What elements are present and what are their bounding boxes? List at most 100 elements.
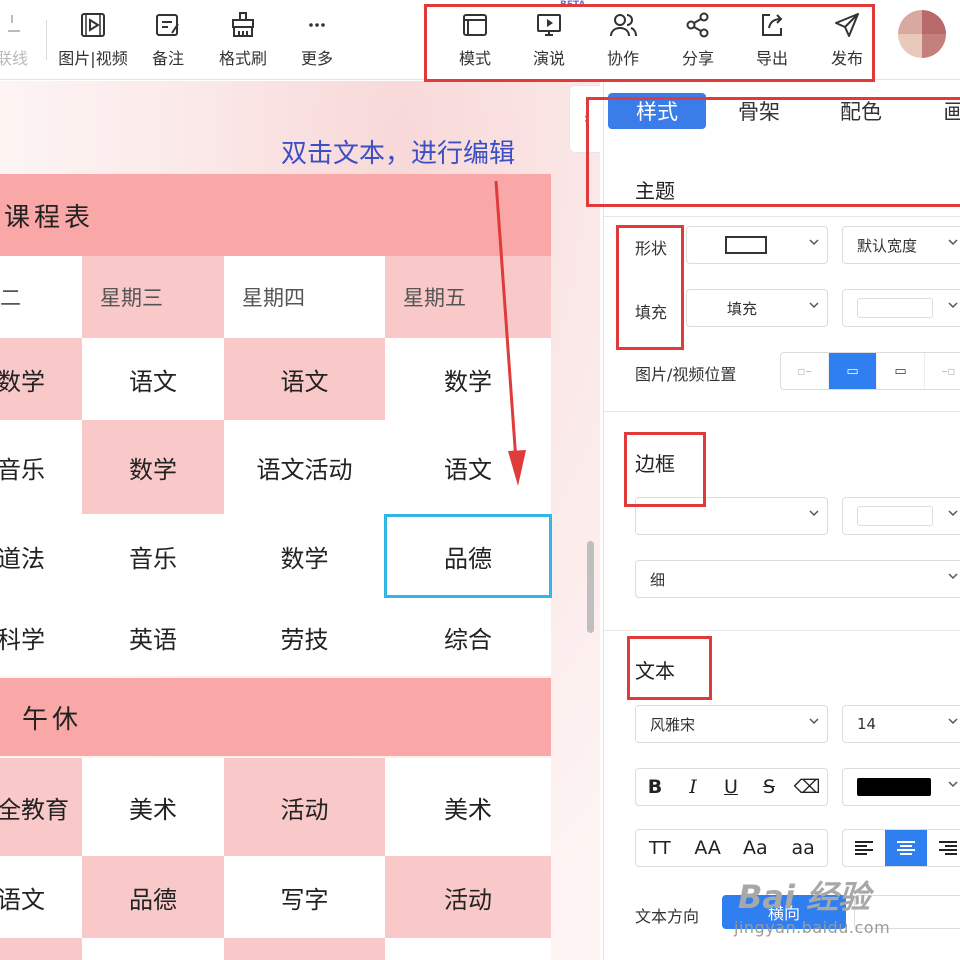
rectangle-shape-icon — [725, 236, 767, 254]
font-size-dropdown[interactable]: 14 — [842, 705, 960, 743]
align-left-button[interactable] — [843, 830, 885, 866]
case-title-button[interactable]: Aa — [732, 830, 780, 866]
fill-dropdown[interactable]: 填充 — [686, 289, 828, 327]
tab-color-scheme[interactable]: 配色 — [826, 93, 896, 129]
font-family-value: 风雅宋 — [650, 715, 696, 734]
align-right-icon — [939, 841, 957, 855]
chevron-down-icon — [948, 239, 958, 246]
fill-color-picker[interactable] — [842, 289, 960, 327]
table-cell[interactable]: 科学 — [0, 598, 82, 676]
toolbar-present-button[interactable]: 演说 — [524, 0, 574, 80]
chevron-down-icon — [948, 718, 958, 725]
table-cell[interactable]: 活动 — [385, 856, 551, 938]
media-bottom-option[interactable]: ▭ — [877, 353, 925, 389]
align-center-button[interactable] — [885, 830, 927, 866]
align-right-button[interactable] — [927, 830, 960, 866]
table-row: 语文 品德 写字 活动 — [0, 856, 551, 938]
case-small-caps-button[interactable]: TT — [636, 830, 684, 866]
text-align-group — [842, 829, 960, 867]
table-cell[interactable]: 写字 — [224, 856, 385, 938]
toolbar-collab-button[interactable]: 协作 — [598, 0, 648, 80]
table-cell[interactable]: 品德 — [82, 856, 224, 938]
chevron-down-icon — [809, 718, 819, 725]
case-lower-button[interactable]: aa — [779, 830, 827, 866]
table-cell[interactable]: 语文 — [0, 856, 82, 938]
case-upper-button[interactable]: AA — [684, 830, 732, 866]
section-divider — [604, 216, 960, 217]
border-section-title[interactable]: 边框 — [635, 448, 675, 477]
toolbar-publish-button[interactable]: 发布 — [822, 0, 872, 80]
noon-title: 午休 — [22, 704, 83, 735]
media-position-segment: ▫– ▭ ▭ –▫ — [780, 352, 960, 390]
table-row: 安全教育 美术 活动 美术 — [0, 758, 551, 856]
table-cell[interactable]: 安全教育 — [0, 758, 82, 856]
app-window: 联线 图片|视频 备注 格式刷 更多 模式 演说 BETA 协作 分享 导出 发… — [0, 0, 960, 960]
toolbar-image-video-button[interactable]: 图片|视频 — [52, 0, 134, 80]
media-top-option[interactable]: ▭ — [829, 353, 877, 389]
chevron-down-icon — [809, 239, 819, 246]
tab-canvas[interactable]: 画 — [934, 93, 960, 129]
text-section-title[interactable]: 文本 — [635, 655, 675, 684]
width-dropdown[interactable]: 默认宽度 — [842, 226, 960, 264]
media-position-label: 图片/视频位置 — [635, 365, 737, 384]
font-family-dropdown[interactable]: 风雅宋 — [635, 705, 828, 743]
collab-icon — [610, 14, 637, 37]
toolbar-more-button[interactable]: 更多 — [292, 0, 342, 80]
chevron-down-icon — [948, 302, 958, 309]
toolbar-note-button[interactable]: 备注 — [140, 0, 196, 80]
table-cell[interactable] — [385, 938, 551, 960]
chevron-down-icon — [948, 781, 958, 788]
table-cell[interactable] — [82, 938, 224, 960]
mode-icon — [463, 14, 487, 36]
fill-label: 填充 — [635, 303, 668, 322]
style-panel: 样式 骨架 配色 画 主题 形状 默认宽度 填充 填充 图片/视频位置 ▫– ▭ — [603, 81, 960, 960]
tab-style[interactable]: 样式 — [608, 93, 706, 129]
section-divider — [604, 630, 960, 631]
toolbar-share-button[interactable]: 分享 — [673, 0, 723, 80]
table-cell[interactable]: 劳技 — [224, 598, 385, 676]
fill-value: 填充 — [727, 299, 758, 318]
strikethrough-button[interactable]: S — [750, 769, 788, 805]
underline-button[interactable]: U — [712, 769, 750, 805]
table-cell[interactable] — [224, 938, 385, 960]
publish-icon — [835, 13, 859, 37]
theme-section-title[interactable]: 主题 — [635, 175, 675, 204]
toolbar-format-brush-button[interactable]: 格式刷 — [210, 0, 276, 80]
shape-dropdown[interactable] — [686, 226, 828, 264]
media-right-option[interactable]: –▫ — [925, 353, 960, 389]
border-weight-dropdown[interactable]: 细 — [635, 560, 960, 598]
italic-button[interactable]: I — [674, 769, 712, 805]
toolbar-link-button[interactable]: 联线 — [0, 0, 32, 80]
canvas-scrollbar[interactable] — [587, 541, 594, 633]
mindmap-canvas[interactable]: 双击文本，进行编辑 课程表 二 星期三 星期四 星期五 数学 语文 语文 数学 … — [0, 81, 600, 960]
toolbar-mode-button[interactable]: 模式 — [450, 0, 500, 80]
noon-banner[interactable]: 午休 — [0, 678, 551, 756]
table-cell[interactable] — [0, 938, 82, 960]
align-left-icon — [855, 841, 873, 855]
user-avatar[interactable] — [898, 10, 946, 58]
table-cell[interactable]: 美术 — [82, 758, 224, 856]
present-icon — [537, 14, 561, 36]
eraser-icon[interactable]: ⌫ — [788, 769, 826, 805]
bold-button[interactable]: B — [636, 769, 674, 805]
tab-skeleton[interactable]: 骨架 — [724, 93, 794, 129]
table-cell[interactable]: 英语 — [82, 598, 224, 676]
table-cell[interactable]: 美术 — [385, 758, 551, 856]
table-cell[interactable]: 综合 — [385, 598, 551, 676]
section-divider — [604, 411, 960, 412]
collapse-panel-button[interactable]: › — [569, 85, 600, 153]
more-icon — [309, 23, 325, 27]
text-color-swatch — [857, 778, 931, 796]
text-color-picker[interactable] — [842, 768, 960, 806]
format-brush-icon — [232, 12, 254, 37]
image-video-icon — [81, 13, 105, 37]
border-style-dropdown[interactable] — [635, 497, 828, 535]
toolbar-export-button[interactable]: 导出 — [747, 0, 797, 80]
table-row: 科学 英语 劳技 综合 — [0, 598, 551, 676]
table-cell[interactable]: 活动 — [224, 758, 385, 856]
baidu-watermark: Bai 经验 — [738, 878, 871, 916]
font-size-value: 14 — [857, 715, 877, 733]
media-left-option[interactable]: ▫– — [781, 353, 829, 389]
chevron-down-icon — [809, 302, 819, 309]
border-color-picker[interactable] — [842, 497, 960, 535]
